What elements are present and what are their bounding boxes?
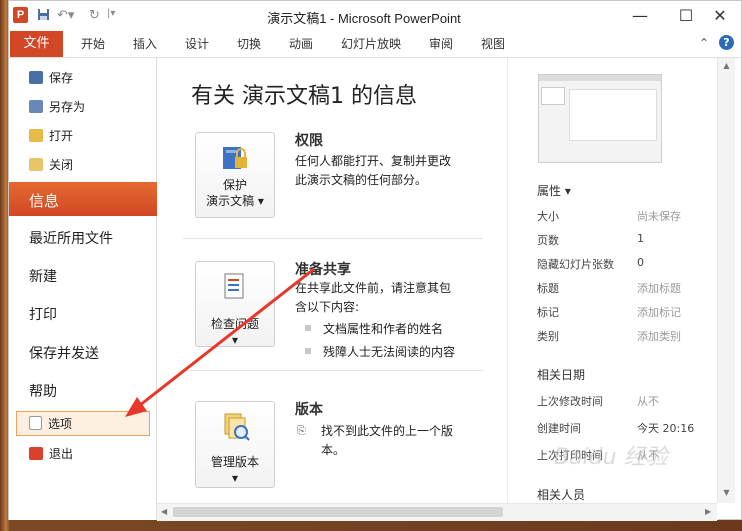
powerpoint-window: P ↶▾ ↻ |▾ 演示文稿1 - Microsoft PowerPoint —… <box>8 0 742 521</box>
baidu-watermark: Baidu 经验 <box>554 445 668 470</box>
